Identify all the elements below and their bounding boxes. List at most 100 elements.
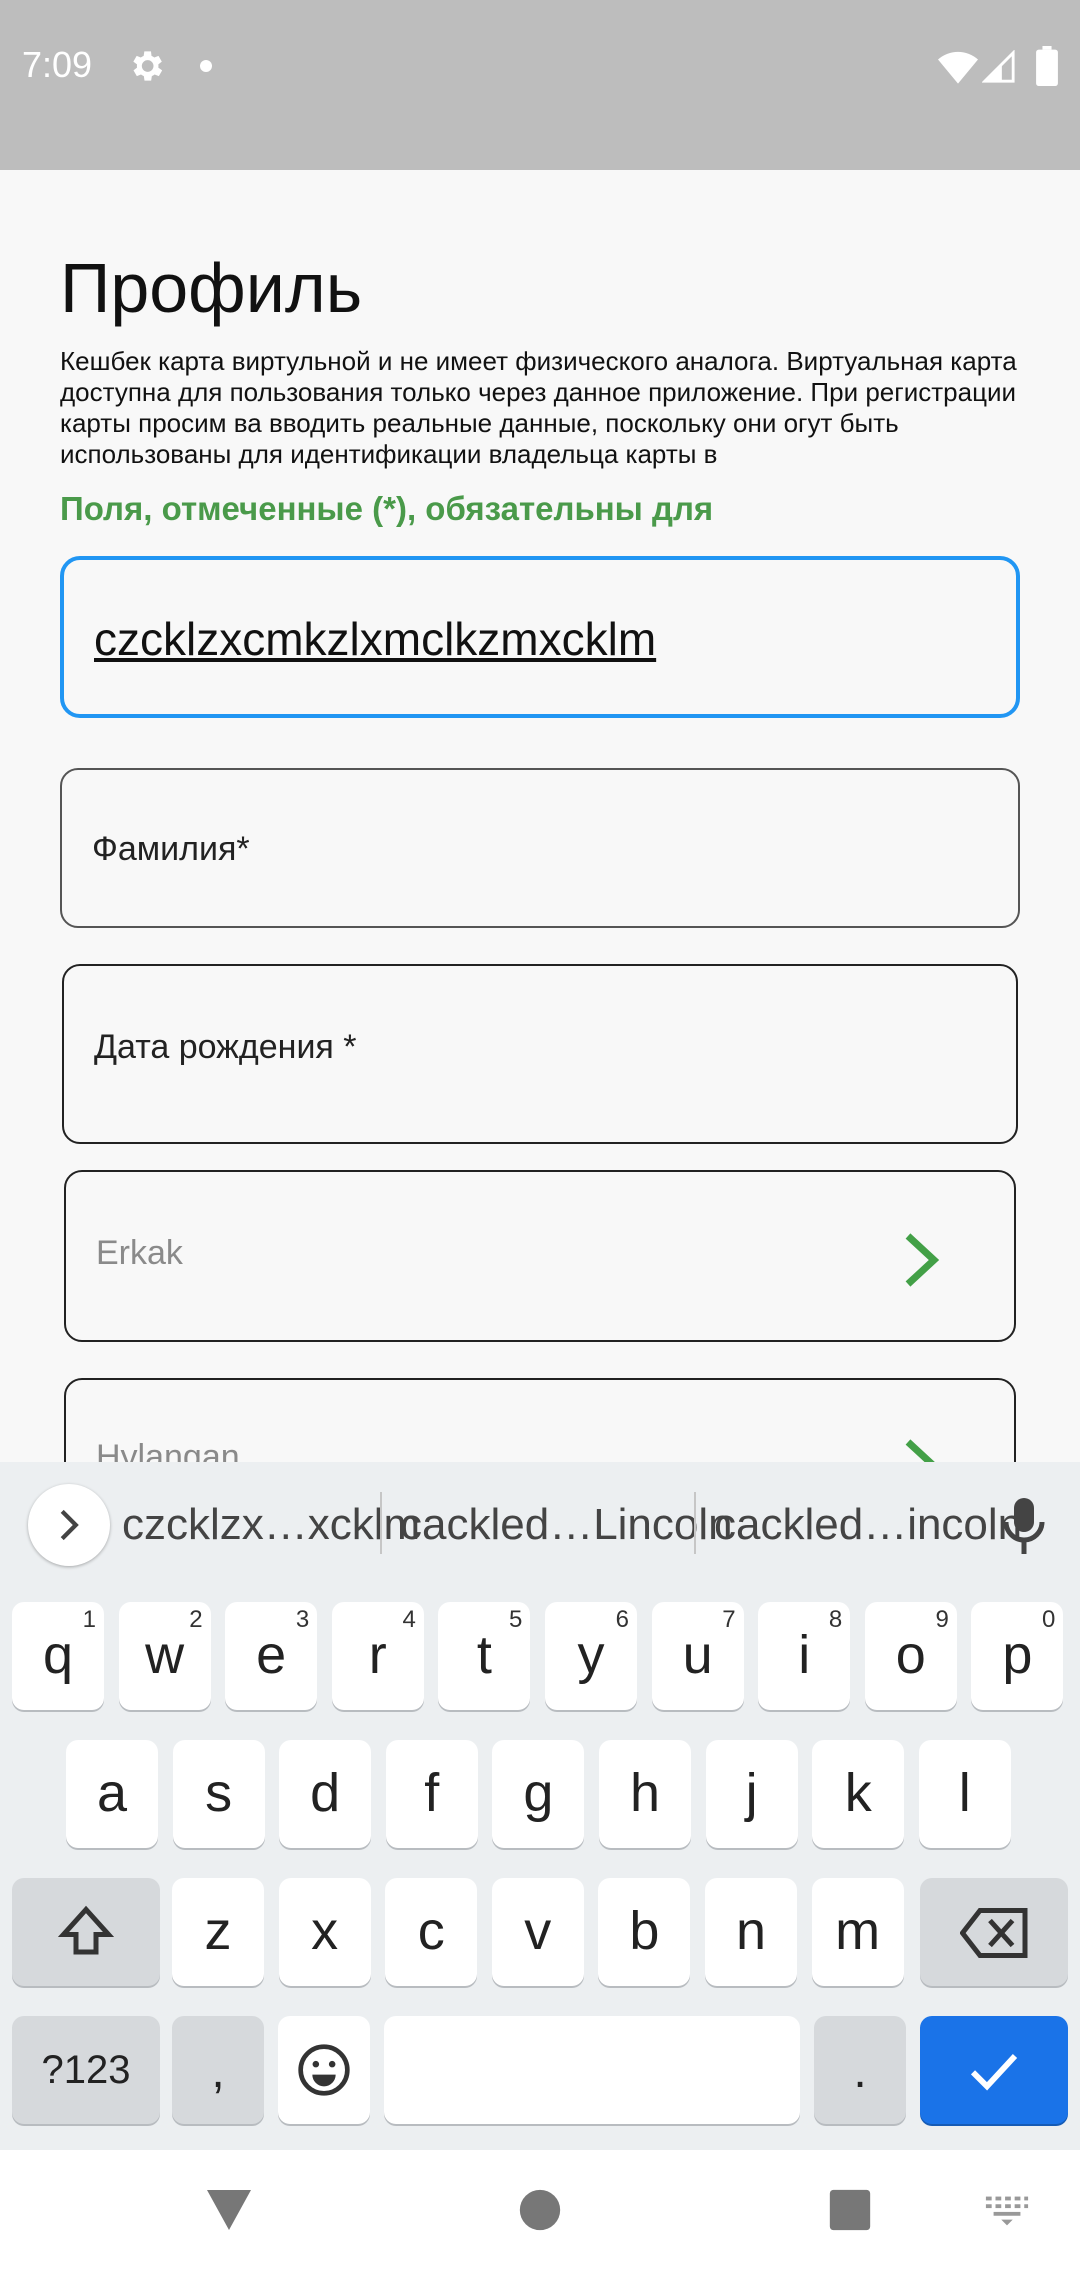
soft-keyboard: czcklzx…xcklm cackled…Lincoln cackled…in… — [0, 1462, 1080, 2150]
page-title: Профиль — [60, 249, 363, 327]
key-label: s — [205, 1763, 233, 1823]
card-description: Кешбек карта виртульной и не имеет физич… — [60, 346, 1017, 469]
spacebar-key[interactable] — [384, 2016, 800, 2124]
key-hint: 4 — [402, 1606, 416, 1633]
suggestion-2[interactable]: cackled…Lincoln — [400, 1500, 733, 1550]
gender-select[interactable]: Erkak — [64, 1170, 1016, 1342]
symbols-key[interactable]: ?123 — [12, 2016, 160, 2124]
key-s[interactable]: s — [172, 1740, 265, 1848]
key-k[interactable]: k — [812, 1740, 905, 1848]
key-c[interactable]: c — [385, 1878, 478, 1986]
shift-key[interactable] — [12, 1878, 160, 1986]
status-time: 7:09 — [22, 44, 93, 85]
key-label: a — [96, 1763, 128, 1823]
microphone-icon[interactable] — [1000, 1496, 1048, 1556]
key-hint: 3 — [295, 1606, 310, 1633]
wifi-icon — [938, 51, 978, 84]
key-hint: 8 — [828, 1606, 843, 1633]
key-hint: 9 — [935, 1606, 949, 1633]
key-label: x — [311, 1901, 339, 1961]
emoji-icon — [298, 2044, 350, 2096]
key-hint: 7 — [722, 1606, 736, 1633]
gender-value: Erkak — [96, 1234, 183, 1272]
required-fields-note: Поля, отмеченные (*), обязательны для — [60, 490, 714, 527]
key-hint: 6 — [615, 1606, 629, 1633]
key-w[interactable]: w2 — [118, 1602, 211, 1710]
key-y[interactable]: y6 — [545, 1602, 637, 1710]
period-key-label: . — [853, 2045, 867, 2098]
key-label: z — [204, 1901, 232, 1961]
key-label: f — [424, 1763, 440, 1823]
chevron-right-icon — [905, 1233, 940, 1287]
key-label: d — [310, 1763, 341, 1823]
signal-icon — [982, 50, 1015, 83]
key-t[interactable]: t5 — [438, 1602, 531, 1710]
key-f[interactable]: f — [385, 1740, 478, 1848]
status-bar: 7:09 — [0, 0, 1080, 170]
key-hint: 0 — [1042, 1606, 1056, 1633]
expand-suggestions-button[interactable] — [28, 1484, 110, 1566]
checkmark-icon — [970, 2054, 1018, 2091]
home-icon[interactable] — [518, 2188, 562, 2232]
key-hint: 1 — [82, 1606, 96, 1633]
key-m[interactable]: m — [811, 1878, 904, 1986]
key-hint: 2 — [189, 1606, 203, 1633]
suggestion-1[interactable]: czcklzx…xcklm — [122, 1500, 420, 1550]
chevron-right-icon — [905, 1439, 935, 1462]
key-label: m — [835, 1901, 881, 1961]
key-b[interactable]: b — [598, 1878, 691, 1986]
key-a[interactable]: a — [66, 1740, 158, 1848]
profile-screen: Профиль Кешбек карта виртульной и не име… — [0, 170, 1080, 1462]
key-p[interactable]: p0 — [971, 1602, 1064, 1710]
key-z[interactable]: z — [172, 1878, 264, 1986]
notification-dot-icon — [200, 60, 212, 72]
surname-label: Фамилия* — [92, 830, 250, 868]
key-j[interactable]: j — [705, 1740, 798, 1848]
comma-key[interactable]: , — [172, 2016, 264, 2124]
key-g[interactable]: g — [492, 1740, 585, 1848]
chevron-right-icon — [60, 1509, 79, 1541]
first-name-value: czcklzxcmkzlxmclkzmxcklm — [94, 613, 657, 665]
key-label: n — [735, 1901, 767, 1961]
key-d[interactable]: d — [279, 1740, 372, 1848]
key-label: b — [629, 1901, 660, 1961]
key-v[interactable]: v — [491, 1878, 584, 1986]
key-h[interactable]: h — [599, 1740, 691, 1848]
key-x[interactable]: x — [278, 1878, 371, 1986]
shift-icon — [57, 1905, 115, 1955]
key-i[interactable]: i8 — [758, 1602, 851, 1710]
recents-icon[interactable] — [828, 2188, 872, 2232]
backspace-key[interactable] — [920, 1878, 1068, 1986]
keyboard-switch-icon[interactable] — [984, 2194, 1030, 2226]
backspace-icon — [960, 1908, 1028, 1958]
key-e[interactable]: e3 — [225, 1602, 318, 1710]
birthdate-field[interactable]: Дата рождения * — [62, 964, 1018, 1144]
done-key[interactable] — [920, 2016, 1068, 2124]
key-label: h — [629, 1763, 661, 1823]
key-l[interactable]: l — [918, 1740, 1011, 1848]
suggestion-3[interactable]: cackled…incoln — [714, 1500, 1022, 1550]
gear-icon — [133, 51, 163, 81]
emoji-key[interactable] — [278, 2016, 370, 2124]
suggestion-divider — [380, 1492, 382, 1554]
surname-field[interactable]: Фамилия* — [60, 768, 1020, 928]
key-u[interactable]: u7 — [651, 1602, 744, 1710]
key-n[interactable]: n — [705, 1878, 797, 1986]
key-q[interactable]: q1 — [12, 1602, 104, 1710]
key-label: v — [524, 1901, 552, 1961]
period-key[interactable]: . — [814, 2016, 906, 2124]
city-select[interactable]: Hylangan — [64, 1378, 1016, 1462]
symbols-key-label: ?123 — [41, 2048, 131, 2092]
first-name-field[interactable]: czcklzxcmkzlxmclkzmxcklm — [60, 556, 1020, 718]
comma-key-label: , — [211, 2045, 225, 2098]
suggestion-divider — [694, 1492, 696, 1554]
key-o[interactable]: o9 — [864, 1602, 957, 1710]
key-label: c — [417, 1901, 445, 1961]
back-icon[interactable] — [204, 2188, 254, 2232]
key-label: g — [523, 1763, 554, 1823]
system-nav-bar — [0, 2150, 1080, 2280]
key-hint: 5 — [509, 1606, 523, 1633]
key-label: k — [844, 1763, 872, 1823]
suggestion-strip: czcklzx…xcklm cackled…Lincoln cackled…in… — [0, 1462, 1080, 1584]
key-r[interactable]: r4 — [331, 1602, 424, 1710]
